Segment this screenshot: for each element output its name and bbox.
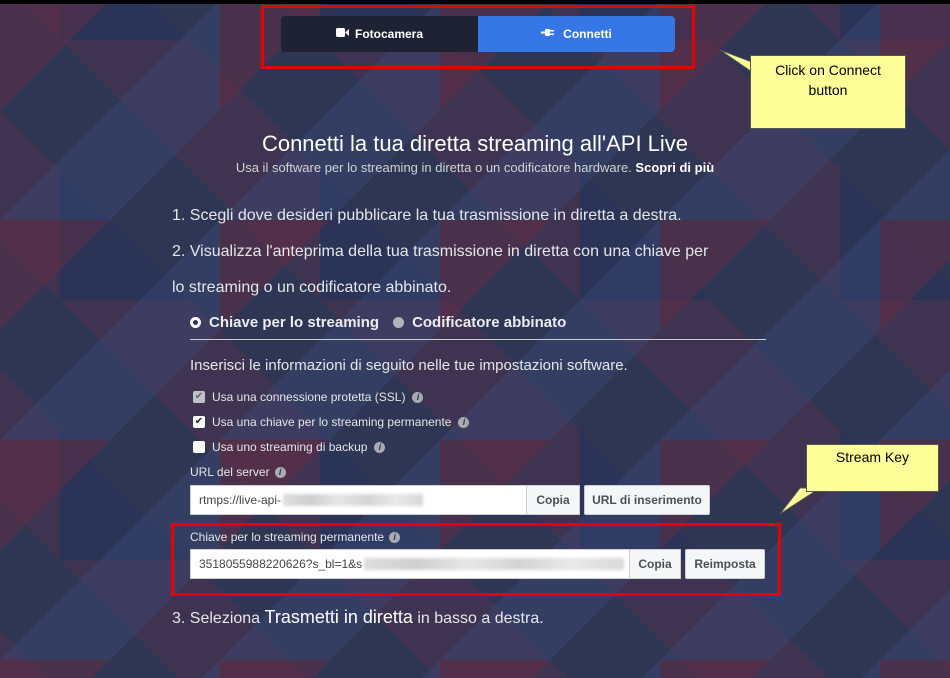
server-url-input[interactable]: rtmps://live-api- Copia xyxy=(190,485,580,515)
mode-radio-group: Chiave per lo streaming Codificatore abb… xyxy=(190,314,766,340)
stream-key-highlight xyxy=(171,523,781,596)
checkbox-backup-stream-label: Usa uno streaming di backup xyxy=(212,440,368,454)
radio-paired-encoder[interactable]: Codificatore abbinato xyxy=(393,314,566,331)
step-2-line-1: 2. Visualizza l'anteprima della tua tras… xyxy=(172,243,709,260)
server-url-row: rtmps://live-api- Copia URL di inserimen… xyxy=(190,485,710,515)
subtitle-text: Usa il software per lo streaming in dire… xyxy=(235,160,632,175)
step-3-emphasis: Trasmetti in diretta xyxy=(264,607,413,627)
checkbox-unchecked-icon xyxy=(193,441,205,453)
learn-more-link[interactable]: Scopri di più xyxy=(635,160,714,175)
stream-key-callout-text: Stream Key xyxy=(835,449,910,465)
server-url-value: rtmps://live-api- xyxy=(199,493,282,507)
checkbox-backup-stream[interactable]: Usa uno streaming di backup i xyxy=(193,440,386,454)
checkbox-persistent-key-label: Usa una chiave per lo streaming permanen… xyxy=(212,415,452,429)
checkbox-persistent-key[interactable]: ✔ Usa una chiave per lo streaming perman… xyxy=(193,415,470,429)
redacted-blur xyxy=(283,494,424,506)
radio-selected-icon xyxy=(190,317,201,328)
server-url-copy-button[interactable]: Copia xyxy=(526,485,580,515)
info-icon[interactable]: i xyxy=(458,416,470,428)
step-2-line-2: lo streaming o un codificatore abbinato. xyxy=(172,279,452,296)
instructions-text: Inserisci le informazioni di seguito nel… xyxy=(190,357,628,374)
connect-callout-text: Click on Connect button xyxy=(775,62,881,98)
server-url-label: URL del server i xyxy=(190,465,286,479)
checkbox-ssl[interactable]: ✔ Usa una connessione protetta (SSL) i xyxy=(193,390,424,404)
checkbox-checked-icon: ✔ xyxy=(193,416,205,428)
info-icon[interactable]: i xyxy=(374,441,386,453)
step-3-prefix: 3. Seleziona xyxy=(172,610,261,627)
ingest-url-button[interactable]: URL di inserimento xyxy=(584,485,710,515)
radio-stream-key-label: Chiave per lo streaming xyxy=(209,314,380,331)
stream-key-callout: Stream Key xyxy=(806,444,939,492)
info-icon[interactable]: i xyxy=(412,391,424,403)
step-3-suffix: in basso a destra. xyxy=(417,610,544,627)
radio-unselected-icon xyxy=(393,317,405,328)
page-subtitle: Usa il software per lo streaming in dire… xyxy=(0,160,950,175)
connect-callout-tail xyxy=(719,49,752,73)
tabs-highlight xyxy=(261,5,695,69)
connect-callout: Click on Connect button xyxy=(750,55,906,129)
checkbox-ssl-label: Usa una connessione protetta (SSL) xyxy=(212,390,406,404)
step-1: 1. Scegli dove desideri pubblicare la tu… xyxy=(172,207,682,224)
server-url-label-text: URL del server xyxy=(190,465,270,479)
radio-paired-encoder-label: Codificatore abbinato xyxy=(412,314,567,331)
page-title: Connetti la tua diretta streaming all'AP… xyxy=(261,131,689,156)
info-icon[interactable]: i xyxy=(274,466,286,478)
top-bar xyxy=(0,0,950,4)
step-3: 3. Seleziona Trasmetti in diretta in bas… xyxy=(172,607,544,628)
checkbox-checked-icon: ✔ xyxy=(193,391,205,403)
radio-stream-key[interactable]: Chiave per lo streaming xyxy=(190,314,379,331)
